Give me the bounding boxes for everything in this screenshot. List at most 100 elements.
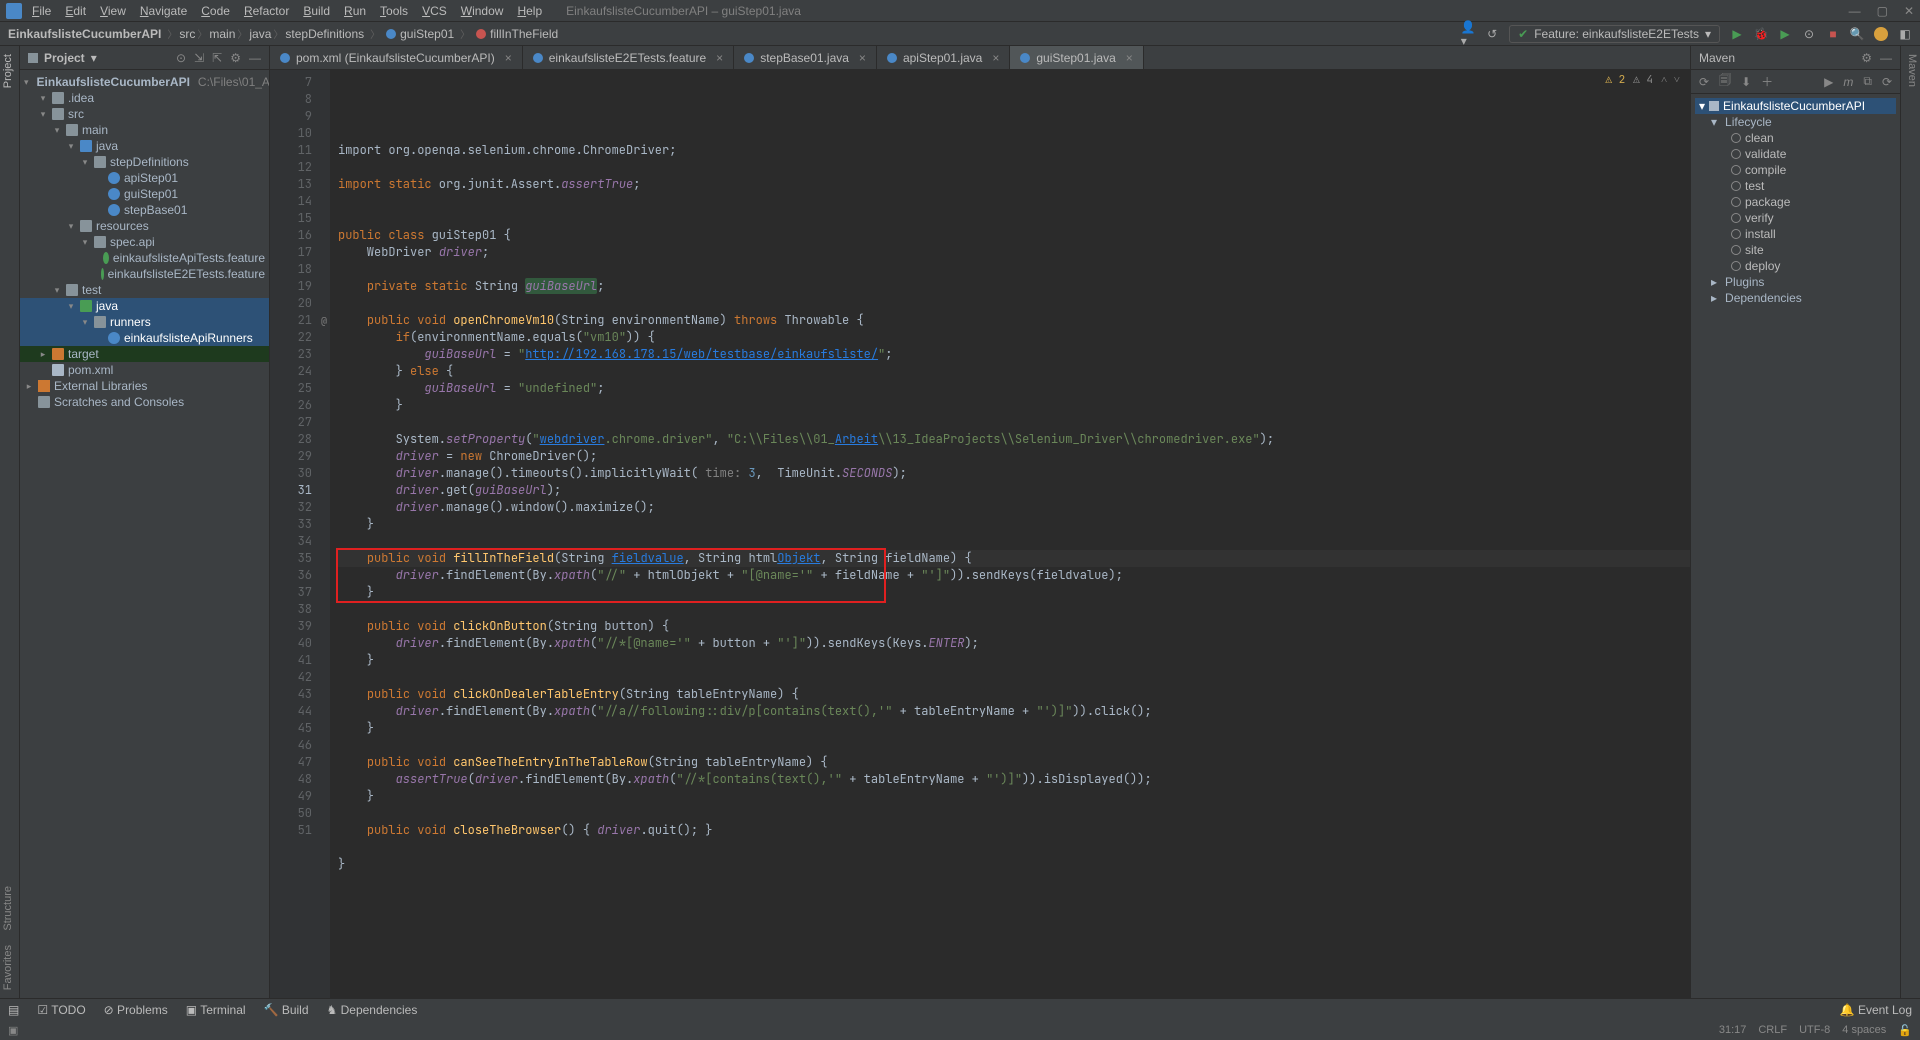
tool-problems[interactable]: ⊘ Problems [104, 1003, 168, 1017]
close-tab-icon[interactable]: × [859, 51, 866, 65]
avatar-icon[interactable] [1874, 27, 1888, 41]
event-log-button[interactable]: 🔔 Event Log [1840, 1003, 1912, 1017]
gear-icon[interactable]: ⚙ [230, 51, 241, 65]
status-eol[interactable]: CRLF [1758, 1024, 1787, 1037]
side-tab-favorites[interactable]: Favorites [2, 945, 17, 990]
project-tree[interactable]: ▾ EinkaufslisteCucumberAPI C:\Files\01_A… [20, 70, 269, 414]
maven-goal-install[interactable]: install [1695, 226, 1896, 242]
tree-node[interactable]: ▾java [20, 298, 269, 314]
sync-icon[interactable]: ↺ [1485, 27, 1499, 41]
maven-tree[interactable]: ▾ EinkaufslisteCucumberAPI ▾ Lifecycle c… [1691, 94, 1900, 310]
tree-node[interactable]: ▾java [20, 138, 269, 154]
close-icon[interactable]: ✕ [1904, 4, 1914, 18]
menu-vcs[interactable]: VCS [422, 4, 447, 18]
run-coverage-icon[interactable]: ▶ [1778, 27, 1792, 41]
gutter[interactable]: 7891011121314151617181920212223242526272… [270, 70, 330, 998]
tree-external-libs[interactable]: ▸ External Libraries [20, 378, 269, 394]
editor-tab[interactable]: guiStep01.java× [1010, 46, 1143, 69]
profile-icon[interactable]: ⊙ [1802, 27, 1816, 41]
tree-node[interactable]: ▾src [20, 106, 269, 122]
crumb-java[interactable]: java [249, 27, 271, 41]
close-tab-icon[interactable]: × [992, 51, 999, 65]
menu-edit[interactable]: Edit [65, 4, 86, 18]
status-caret[interactable]: 31:17 [1719, 1024, 1747, 1037]
inspection-widget[interactable]: ⚠ 2 ⚠ 4 ˄ ˅ [1605, 72, 1680, 89]
menu-tools[interactable]: Tools [380, 4, 408, 18]
tree-node[interactable]: ▾resources [20, 218, 269, 234]
maximize-icon[interactable]: ▢ [1877, 4, 1888, 18]
left-gutter-tabs[interactable]: Project Structure Favorites [0, 46, 20, 998]
editor-tab[interactable]: pom.xml (EinkaufslisteCucumberAPI)× [270, 46, 523, 69]
editor-tab[interactable]: einkaufslisteE2ETests.feature× [523, 46, 734, 69]
collapse-all-icon[interactable]: ⇱ [212, 51, 222, 65]
main-menu[interactable]: FileEditViewNavigateCodeRefactorBuildRun… [32, 4, 542, 18]
maven-goal-clean[interactable]: clean [1695, 130, 1896, 146]
reload-icon[interactable]: ⟳ [1699, 75, 1709, 89]
maven-deps[interactable]: ▸ Dependencies [1695, 290, 1896, 306]
editor-tab[interactable]: stepBase01.java× [734, 46, 877, 69]
tree-node[interactable]: einkaufslisteE2ETests.feature [20, 266, 269, 282]
tool-window-quick-icon[interactable]: ▤ [8, 1003, 19, 1017]
settings-icon[interactable]: ◧ [1898, 27, 1912, 41]
tree-node[interactable]: ▾test [20, 282, 269, 298]
editor-tabs[interactable]: pom.xml (EinkaufslisteCucumberAPI)×einka… [270, 46, 1690, 70]
debug-icon[interactable]: 🐞 [1754, 27, 1768, 41]
tree-root[interactable]: ▾ EinkaufslisteCucumberAPI C:\Files\01_A… [20, 74, 269, 90]
run-icon[interactable]: ▶ [1730, 27, 1744, 41]
right-gutter-tabs[interactable]: Maven [1900, 46, 1920, 998]
crumb-class[interactable]: guiStep01 [400, 27, 454, 41]
maven-root[interactable]: ▾ EinkaufslisteCucumberAPI [1695, 98, 1896, 114]
editor-tab[interactable]: apiStep01.java× [877, 46, 1010, 69]
minimize-icon[interactable]: — [1849, 4, 1861, 18]
crumb-root[interactable]: EinkaufslisteCucumberAPI [8, 27, 161, 41]
tree-node[interactable]: einkaufslisteApiRunners [20, 330, 269, 346]
maven-goal-package[interactable]: package [1695, 194, 1896, 210]
menu-navigate[interactable]: Navigate [140, 4, 187, 18]
add-icon[interactable]: ＋ [1761, 73, 1773, 90]
download-icon[interactable]: ⬇ [1741, 75, 1751, 89]
maven-goal-compile[interactable]: compile [1695, 162, 1896, 178]
tree-node[interactable]: einkaufslisteApiTests.feature [20, 250, 269, 266]
tool-todo[interactable]: ☑ TODO [37, 1003, 85, 1017]
close-tab-icon[interactable]: × [1126, 51, 1133, 65]
close-tab-icon[interactable]: × [505, 51, 512, 65]
status-indent[interactable]: 4 spaces [1842, 1024, 1886, 1037]
tool-dependencies[interactable]: ♞ Dependencies [327, 1003, 418, 1017]
maven-toolbar[interactable]: ⟳ 🗐 ⬇ ＋ ▶ m ⧉ ⟳ [1691, 70, 1900, 94]
tool-terminal[interactable]: ▣ Terminal [186, 1003, 246, 1017]
tree-node[interactable]: ▾main [20, 122, 269, 138]
tool-windows-icon[interactable]: ▣ [8, 1024, 18, 1037]
maven-goal-validate[interactable]: validate [1695, 146, 1896, 162]
tree-node[interactable]: ▾runners [20, 314, 269, 330]
tree-node[interactable]: guiStep01 [20, 186, 269, 202]
tree-node[interactable]: ▾.idea [20, 90, 269, 106]
tool-build[interactable]: 🔨 Build [264, 1003, 309, 1017]
status-encoding[interactable]: UTF-8 [1799, 1024, 1830, 1037]
side-tab-project[interactable]: Project [2, 54, 17, 88]
maven-goal-test[interactable]: test [1695, 178, 1896, 194]
crumb-stepDefinitions[interactable]: stepDefinitions [285, 27, 364, 41]
code-editor[interactable]: ⚠ 2 ⚠ 4 ˄ ˅ import org.openqa.selenium.c… [330, 70, 1690, 998]
tree-node[interactable]: stepBase01 [20, 202, 269, 218]
crumb-main[interactable]: main [209, 27, 235, 41]
bottom-tool-bar[interactable]: ▤ ☑ TODO ⊘ Problems ▣ Terminal 🔨 Build ♞ Dep… [0, 998, 1920, 1020]
lock-icon[interactable]: 🔓 [1898, 1024, 1912, 1037]
hide-panel-icon[interactable]: — [249, 51, 261, 65]
side-tab-maven[interactable]: Maven [1903, 54, 1918, 87]
menu-run[interactable]: Run [344, 4, 366, 18]
menu-help[interactable]: Help [517, 4, 542, 18]
run-config-selector[interactable]: ✔ Feature: einkaufslisteE2ETests ▾ [1509, 25, 1720, 43]
crumb-method[interactable]: fillInTheField [490, 27, 558, 41]
tree-node[interactable]: ▾stepDefinitions [20, 154, 269, 170]
select-opened-icon[interactable]: ⊙ [176, 51, 186, 65]
tree-node[interactable]: apiStep01 [20, 170, 269, 186]
maven-goal-verify[interactable]: verify [1695, 210, 1896, 226]
menu-build[interactable]: Build [303, 4, 330, 18]
gear-icon[interactable]: ⚙ [1861, 51, 1872, 65]
maven-lifecycle[interactable]: ▾ Lifecycle [1695, 114, 1896, 130]
tree-node[interactable]: ▾spec.api [20, 234, 269, 250]
menu-view[interactable]: View [100, 4, 126, 18]
side-tab-structure[interactable]: Structure [2, 886, 17, 931]
tree-node[interactable]: ▸target [20, 346, 269, 362]
menu-refactor[interactable]: Refactor [244, 4, 289, 18]
